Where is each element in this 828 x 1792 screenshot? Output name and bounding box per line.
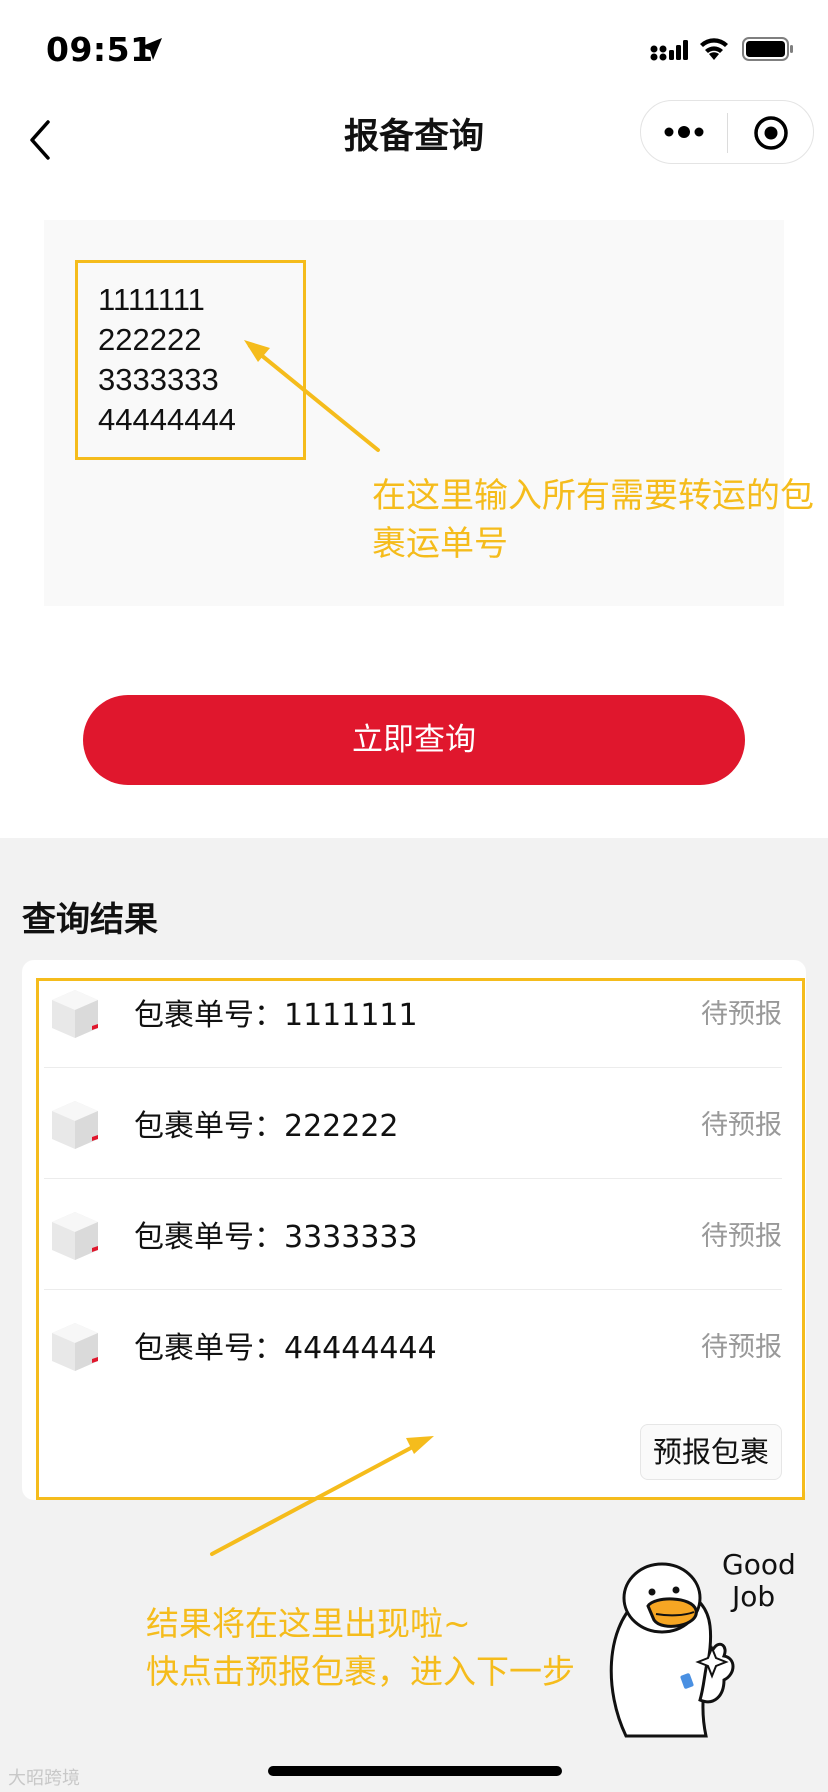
location-arrow-icon [140,38,162,60]
good-job-duck-sticker: Good Job [609,1548,796,1738]
close-miniprogram-icon[interactable] [753,115,789,151]
more-dots-icon[interactable] [663,119,705,145]
result-hint-annotation: 结果将在这里出现啦~ 快点击预报包裹，进入下一步 [146,1600,575,1696]
battery-icon [742,37,793,61]
result-highlight-box [36,978,805,1500]
capsule-divider [727,113,728,153]
input-hint-line: 在这里输入所有需要转运的包 [372,476,814,516]
input-hint-line: 裹运单号 [372,524,508,564]
annotation-arrow-up-right [210,1436,434,1556]
query-now-button[interactable]: 立即查询 [83,695,745,785]
result-hint-line: 结果将在这里出现啦~ [146,1604,471,1643]
input-hint-annotation: 在这里输入所有需要转运的包 裹运单号 [372,472,828,568]
sticker-text: Good [722,1548,796,1581]
waybill-input-line: 44444444 [98,402,236,437]
nav-bar: 报备查询 [0,100,828,180]
waybill-input-line: 1111111 [98,282,205,317]
waybill-input-text[interactable]: 1111111 222222 3333333 44444444 [98,280,236,440]
waybill-input-line: 222222 [98,322,202,357]
annotation-arrow-up-left [244,340,380,452]
status-bar: 09:51 [0,0,828,100]
wifi-icon [700,38,728,60]
miniprogram-capsule [640,100,814,164]
watermark: 大昭跨境 [8,1768,80,1789]
cellular-signal-icon [650,40,688,61]
result-hint-line: 快点击预报包裹，进入下一步 [146,1652,575,1691]
result-section-title: 查询结果 [22,900,158,940]
home-indicator[interactable] [268,1766,562,1776]
sticker-text: Job [730,1580,775,1613]
waybill-input-line: 3333333 [98,362,219,397]
